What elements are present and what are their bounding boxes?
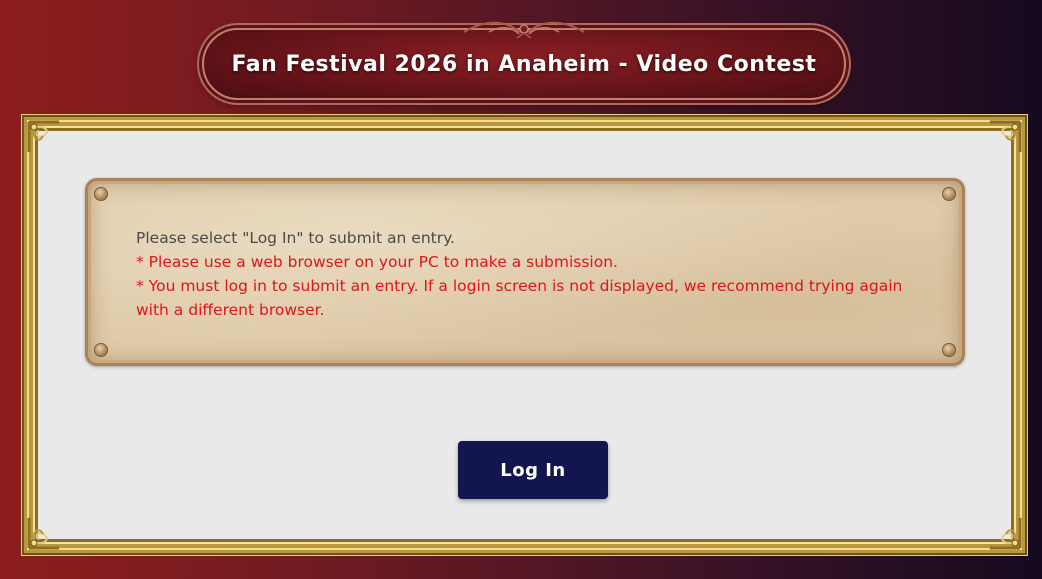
rivet-icon [942,343,956,357]
rivet-icon [942,187,956,201]
content-frame: Please select "Log In" to submit an entr… [24,117,1025,553]
filigree-corner-icon [990,120,1022,152]
notice-panel: Please select "Log In" to submit an entr… [85,178,965,366]
login-required-warning: * You must log in to submit an entry. If… [136,277,903,319]
filigree-corner-icon [990,518,1022,550]
login-instruction-text: Please select "Log In" to submit an entr… [136,229,455,247]
filigree-corner-icon [27,518,59,550]
pc-browser-warning: * Please use a web browser on your PC to… [136,253,618,271]
page-title: Fan Festival 2026 in Anaheim - Video Con… [231,51,817,77]
filigree-corner-icon [27,120,59,152]
login-button[interactable]: Log In [458,441,608,499]
title-banner: Fan Festival 2026 in Anaheim - Video Con… [202,21,846,100]
scroll-ornament-icon [463,21,585,39]
rivet-icon [94,343,108,357]
rivet-icon [94,187,108,201]
